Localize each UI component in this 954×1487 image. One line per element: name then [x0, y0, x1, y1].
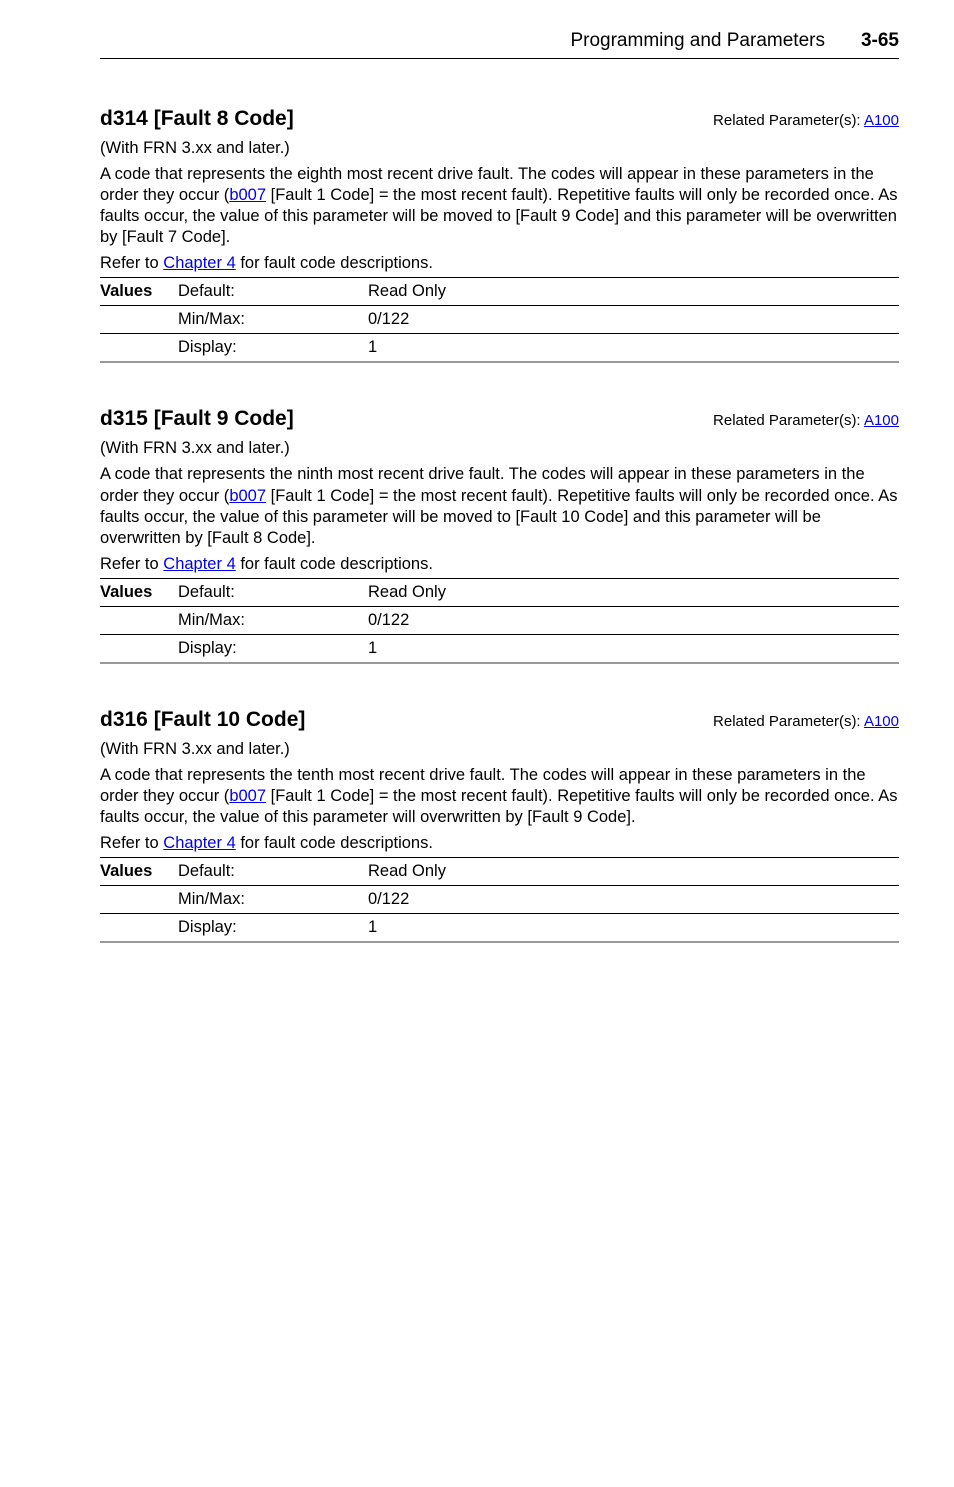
field-name: Min/Max:: [178, 306, 368, 334]
field-name: Display:: [178, 334, 368, 363]
description: A code that represents the eighth most r…: [100, 164, 899, 248]
related-link[interactable]: A100: [864, 112, 899, 129]
field-value: Read Only: [368, 578, 899, 606]
table-row: ValuesDefault:Read Only: [100, 858, 899, 886]
chapter-link[interactable]: Chapter 4: [163, 254, 235, 272]
description: A code that represents the ninth most re…: [100, 464, 899, 548]
values-label: Values: [100, 278, 178, 306]
table-row: Display:1: [100, 914, 899, 943]
related-link[interactable]: A100: [864, 412, 899, 429]
field-name: Default:: [178, 858, 368, 886]
values-label: [100, 886, 178, 914]
param-section: d314 [Fault 8 Code] Related Parameter(s)…: [100, 107, 899, 363]
desc-link[interactable]: b007: [229, 186, 266, 204]
firmware-note: (With FRN 3.xx and later.): [100, 439, 899, 458]
param-section: d316 [Fault 10 Code] Related Parameter(s…: [100, 708, 899, 943]
values-label: [100, 634, 178, 663]
values-label: [100, 334, 178, 363]
firmware-note: (With FRN 3.xx and later.): [100, 740, 899, 759]
header-page-num: 3-65: [861, 30, 899, 52]
field-value: 1: [368, 334, 899, 363]
param-title: d315 [Fault 9 Code]: [100, 407, 294, 431]
field-name: Default:: [178, 578, 368, 606]
title-row: d315 [Fault 9 Code] Related Parameter(s)…: [100, 407, 899, 431]
refer-line: Refer to Chapter 4 for fault code descri…: [100, 834, 899, 853]
table-row: Display:1: [100, 634, 899, 663]
values-table: ValuesDefault:Read OnlyMin/Max:0/122Disp…: [100, 857, 899, 943]
table-row: Display:1: [100, 334, 899, 363]
values-label: Values: [100, 578, 178, 606]
chapter-link[interactable]: Chapter 4: [163, 834, 235, 852]
param-title: d314 [Fault 8 Code]: [100, 107, 294, 131]
values-label: [100, 306, 178, 334]
field-value: 0/122: [368, 306, 899, 334]
table-row: ValuesDefault:Read Only: [100, 278, 899, 306]
refer-line: Refer to Chapter 4 for fault code descri…: [100, 254, 899, 273]
description: A code that represents the tenth most re…: [100, 765, 899, 828]
chapter-link[interactable]: Chapter 4: [163, 555, 235, 573]
related-params: Related Parameter(s): A100: [713, 412, 899, 429]
values-label: [100, 914, 178, 943]
field-value: Read Only: [368, 278, 899, 306]
title-row: d314 [Fault 8 Code] Related Parameter(s)…: [100, 107, 899, 131]
values-label: Values: [100, 858, 178, 886]
firmware-note: (With FRN 3.xx and later.): [100, 139, 899, 158]
field-value: 0/122: [368, 606, 899, 634]
field-name: Min/Max:: [178, 886, 368, 914]
table-row: Min/Max:0/122: [100, 886, 899, 914]
field-value: 1: [368, 914, 899, 943]
header-title: Programming and Parameters: [570, 30, 825, 52]
related-params: Related Parameter(s): A100: [713, 713, 899, 730]
table-row: Min/Max:0/122: [100, 306, 899, 334]
field-value: 1: [368, 634, 899, 663]
values-table: ValuesDefault:Read OnlyMin/Max:0/122Disp…: [100, 578, 899, 664]
refer-line: Refer to Chapter 4 for fault code descri…: [100, 555, 899, 574]
field-name: Display:: [178, 634, 368, 663]
values-table: ValuesDefault:Read OnlyMin/Max:0/122Disp…: [100, 277, 899, 363]
related-params: Related Parameter(s): A100: [713, 112, 899, 129]
desc-link[interactable]: b007: [229, 787, 266, 805]
values-label: [100, 606, 178, 634]
param-section: d315 [Fault 9 Code] Related Parameter(s)…: [100, 407, 899, 663]
title-row: d316 [Fault 10 Code] Related Parameter(s…: [100, 708, 899, 732]
field-value: 0/122: [368, 886, 899, 914]
field-name: Min/Max:: [178, 606, 368, 634]
param-title: d316 [Fault 10 Code]: [100, 708, 305, 732]
table-row: Min/Max:0/122: [100, 606, 899, 634]
page-header: Programming and Parameters 3-65: [100, 30, 899, 59]
field-name: Default:: [178, 278, 368, 306]
field-name: Display:: [178, 914, 368, 943]
table-row: ValuesDefault:Read Only: [100, 578, 899, 606]
desc-link[interactable]: b007: [229, 487, 266, 505]
field-value: Read Only: [368, 858, 899, 886]
related-link[interactable]: A100: [864, 713, 899, 730]
